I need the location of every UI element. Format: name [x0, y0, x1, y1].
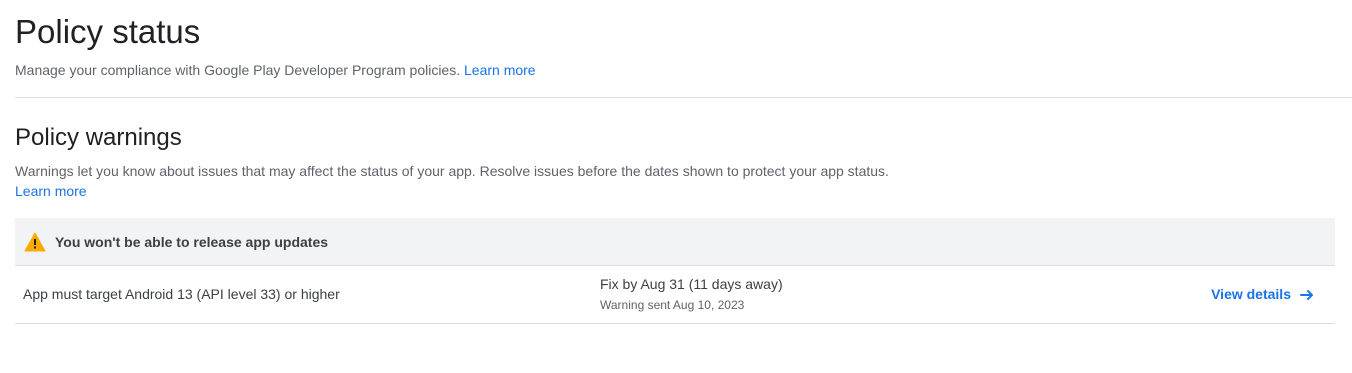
table-row: App must target Android 13 (API level 33… [15, 266, 1335, 324]
page-subtitle-text: Manage your compliance with Google Play … [15, 62, 461, 78]
warnings-learn-more-link[interactable]: Learn more [15, 183, 87, 199]
policy-issue-name: App must target Android 13 (API level 33… [23, 286, 340, 302]
view-details-button[interactable]: View details [1211, 284, 1314, 304]
warning-triangle-icon [24, 232, 46, 252]
warning-group-title: You won't be able to release app updates [55, 233, 329, 250]
divider [15, 97, 1352, 98]
view-details-label: View details [1211, 286, 1291, 302]
policy-warnings-table: You won't be able to release app updates… [15, 218, 1335, 324]
warning-group-header: You won't be able to release app updates [15, 218, 1335, 266]
arrow-right-icon [1300, 287, 1314, 301]
policy-status-page: Policy status Manage your compliance wit… [0, 0, 1352, 373]
page-title: Policy status [15, 13, 201, 50]
page-subtitle: Manage your compliance with Google Play … [15, 60, 536, 80]
warning-sent-date: Warning sent Aug 10, 2023 [600, 298, 745, 312]
section-description: Warnings let you know about issues that … [15, 161, 895, 201]
section-title-policy-warnings: Policy warnings [15, 124, 182, 151]
section-description-text: Warnings let you know about issues that … [15, 163, 889, 179]
fix-by-date: Fix by Aug 31 (11 days away) [600, 276, 783, 292]
learn-more-link[interactable]: Learn more [464, 62, 536, 78]
